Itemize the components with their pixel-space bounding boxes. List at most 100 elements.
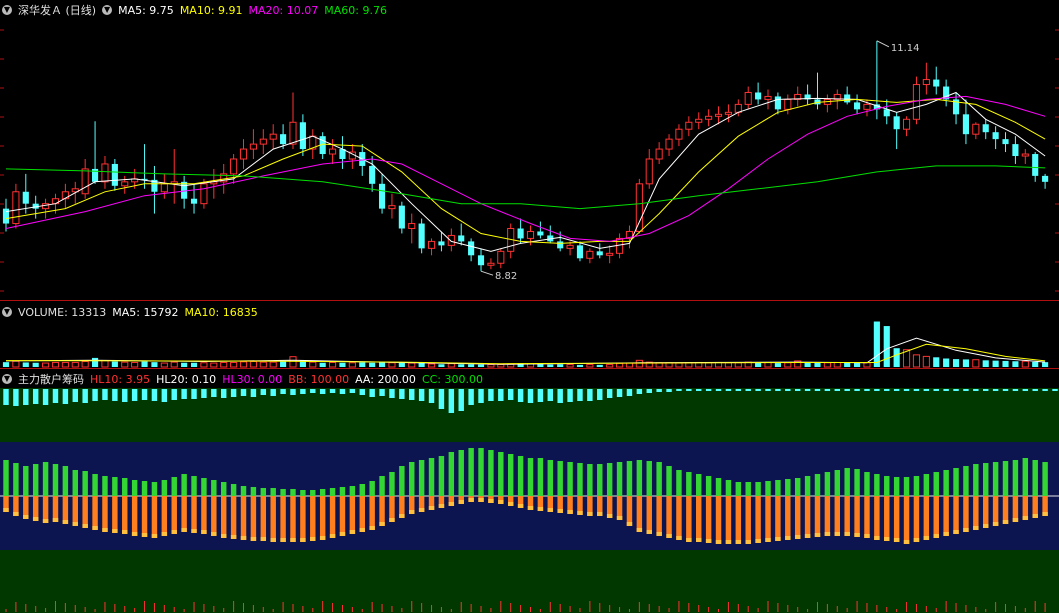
orange-bar-tip — [319, 536, 326, 540]
blue-bar — [1052, 389, 1058, 391]
blue-bar — [735, 389, 742, 391]
orange-bar — [141, 496, 148, 537]
orange-bar — [240, 496, 247, 540]
blue-bar — [874, 389, 880, 391]
candle-down — [190, 198, 198, 204]
orange-bar — [874, 496, 880, 540]
candle-up — [645, 158, 653, 185]
volume-bar — [833, 361, 841, 368]
orange-bar-tip — [498, 500, 504, 504]
green-bar — [62, 466, 69, 496]
orange-bar — [913, 496, 920, 542]
hl20-label: HL20: 0.10 — [156, 372, 217, 386]
candle-down — [299, 122, 306, 150]
volume-bar — [982, 360, 989, 367]
candle-down — [537, 231, 544, 236]
blue-bar — [102, 389, 108, 400]
orange-bar-tip — [745, 540, 751, 544]
orange-bar — [705, 496, 712, 543]
volume-bar — [259, 361, 267, 368]
candlestick-chart[interactable]: 11.14 8.82 — [0, 0, 1059, 300]
blue-bar — [597, 389, 603, 400]
green-bar — [339, 487, 346, 496]
volume-bar — [32, 362, 39, 367]
chevron-down-icon[interactable]: ▼ — [102, 5, 113, 15]
orange-bar-tip — [379, 522, 385, 526]
blue-bar — [1002, 389, 1009, 391]
candle-down — [438, 241, 445, 246]
volume-bar — [557, 364, 564, 367]
volume-bar — [566, 364, 574, 368]
green-bar — [448, 452, 455, 496]
orange-bar-tip — [864, 534, 870, 538]
green-bar — [943, 470, 949, 496]
volume-bar — [427, 363, 436, 368]
candle-down — [378, 183, 386, 209]
green-bar — [1042, 462, 1048, 496]
candle-up — [12, 191, 20, 225]
blue-bar — [488, 389, 494, 401]
blue-bar — [438, 389, 445, 409]
chevron-down-icon[interactable]: ▼ — [2, 5, 12, 15]
green-bar — [418, 460, 425, 496]
orange-bar-tip — [438, 504, 445, 508]
orange-bar — [953, 496, 959, 534]
blue-bar — [498, 389, 504, 401]
orange-bar-tip — [606, 514, 613, 518]
orange-bar — [834, 496, 841, 536]
blue-bar — [349, 389, 356, 393]
green-bar — [112, 477, 118, 496]
green-bar — [23, 466, 29, 496]
blue-bar — [428, 389, 435, 403]
green-bar — [141, 481, 148, 496]
candle-down — [844, 94, 851, 103]
volume-bar — [309, 361, 317, 368]
orange-bar-tip — [676, 536, 682, 540]
ma-line-ma5 — [5, 91, 1046, 252]
volume-bar — [51, 361, 60, 368]
orange-bar — [676, 496, 682, 540]
volume-bar — [269, 361, 277, 368]
orange-bar — [300, 496, 306, 542]
orange-bar-tip — [547, 508, 554, 512]
indicator-chart[interactable] — [0, 369, 1059, 613]
blue-bar — [844, 389, 850, 391]
chevron-down-icon[interactable]: ▼ — [2, 307, 12, 317]
green-bar — [973, 464, 979, 496]
orange-bar-tip — [527, 506, 534, 510]
aa-label: AA: 200.00 — [355, 372, 416, 386]
volume-bar — [615, 362, 624, 368]
blue-bar — [409, 389, 415, 400]
volume-bar — [280, 361, 287, 367]
volume-bar — [200, 362, 208, 368]
volume-bar — [339, 362, 346, 367]
orange-bar — [220, 496, 227, 538]
volume-bar — [22, 362, 29, 367]
green-bar — [755, 482, 761, 496]
orange-bar — [181, 496, 187, 532]
green-bar — [230, 484, 237, 496]
green-bar — [527, 458, 534, 496]
orange-bar — [943, 496, 949, 536]
orange-bar-tip — [141, 533, 148, 537]
orange-bar-tip — [488, 499, 494, 503]
volume-bar — [873, 321, 880, 367]
annotation-pointer — [876, 40, 890, 48]
orange-bar — [864, 496, 870, 538]
green-bar — [854, 469, 860, 496]
blue-bar — [62, 389, 69, 404]
chevron-down-icon[interactable]: ▼ — [2, 374, 12, 384]
volume-bar — [329, 361, 337, 368]
candle-down — [982, 124, 989, 133]
candle-up — [764, 95, 772, 100]
blue-bar — [448, 389, 455, 413]
blue-bar — [676, 389, 682, 391]
green-bar — [389, 472, 395, 496]
candle-up — [42, 203, 50, 210]
orange-bar — [933, 496, 939, 538]
volume-bar — [239, 361, 248, 368]
blue-bar — [794, 389, 801, 391]
orange-bar-tip — [854, 533, 860, 537]
orange-bar-tip — [409, 510, 415, 514]
panel-divider — [0, 300, 1059, 301]
